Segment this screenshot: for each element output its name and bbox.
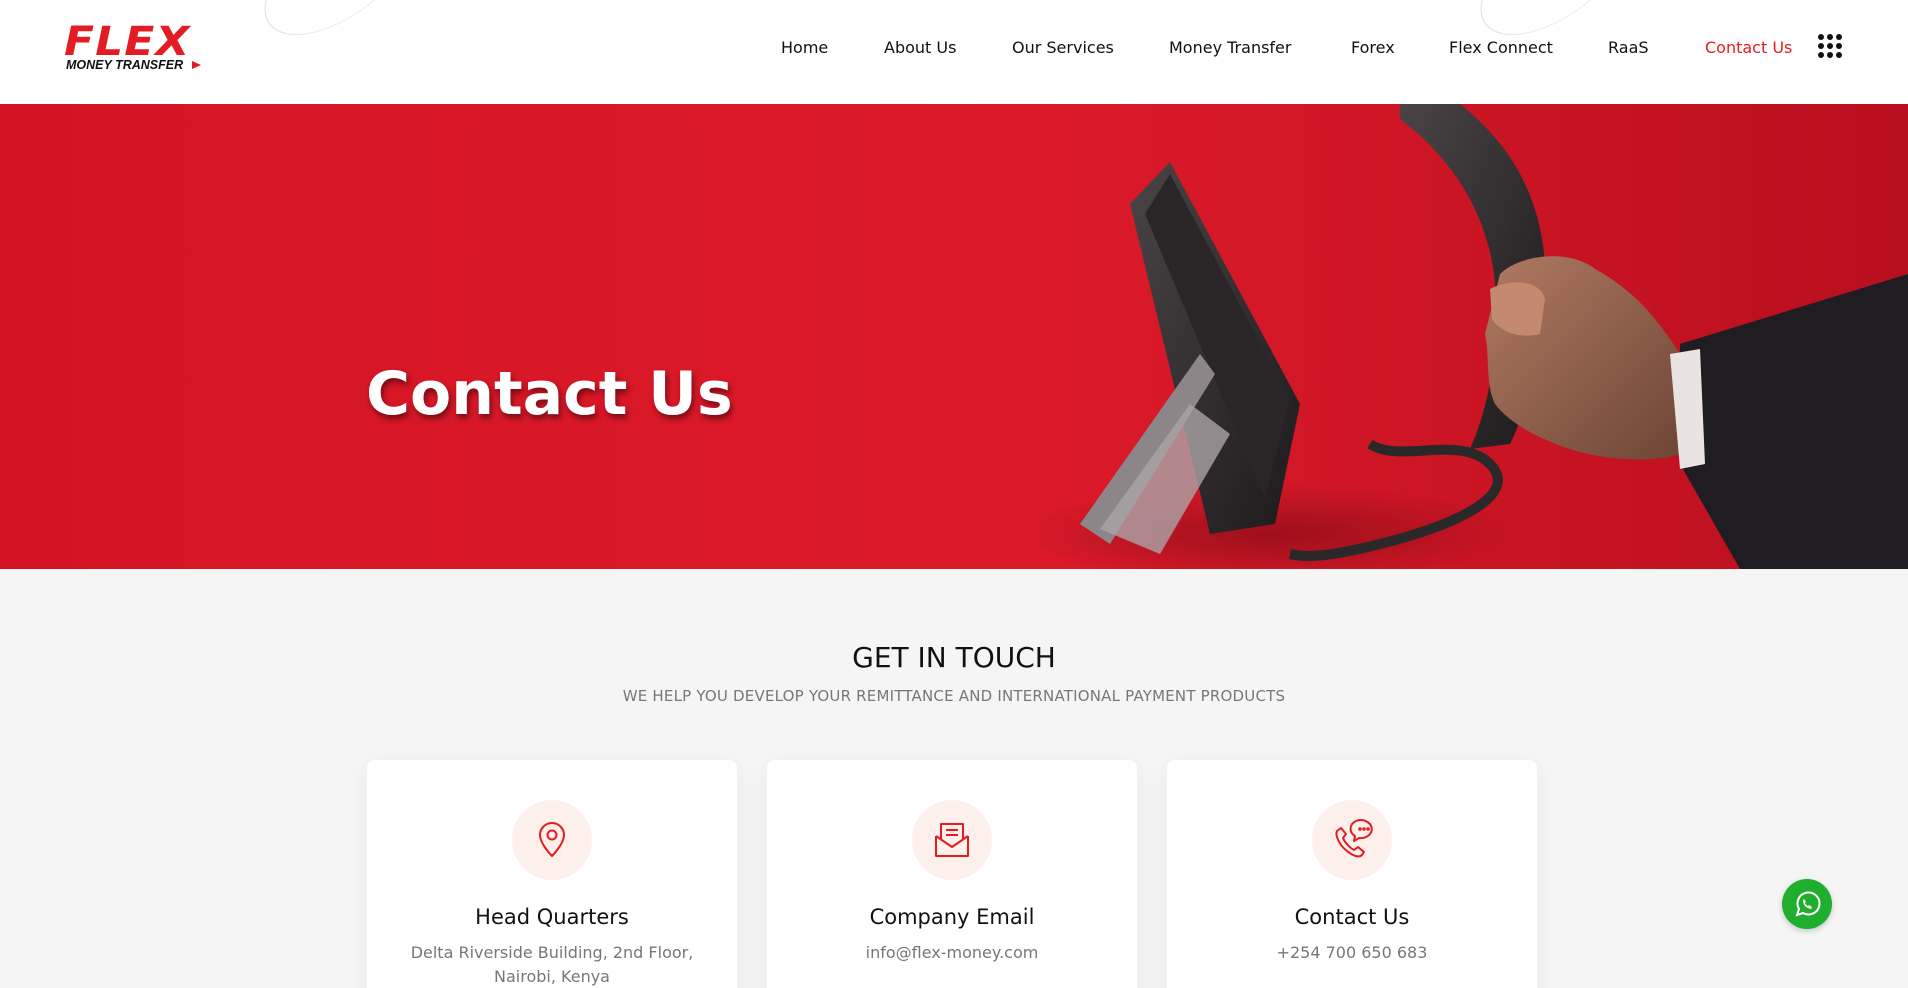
card-title: Contact Us — [1294, 905, 1410, 929]
card-contact-us: Contact Us +254 700 650 683 — [1167, 760, 1537, 988]
nav-item-contact-us[interactable]: Contact Us — [1705, 36, 1792, 60]
card-email-link[interactable]: info@flex-money.com — [797, 941, 1107, 965]
card-title: Head Quarters — [475, 905, 629, 929]
phone-chat-icon — [1312, 800, 1392, 880]
hero-phone-image — [1040, 104, 1908, 569]
logo[interactable]: FLEX MONEY TRANSFER — [64, 20, 204, 76]
site-header: FLEX MONEY TRANSFER Home About Us Our Se… — [0, 0, 1908, 104]
nav-item-raas[interactable]: RaaS — [1608, 36, 1649, 60]
nav-item-flex-connect[interactable]: Flex Connect — [1449, 36, 1553, 60]
card-head-quarters: Head Quarters Delta Riverside Building, … — [367, 760, 737, 988]
card-company-email: Company Email info@flex-money.com — [767, 760, 1137, 988]
map-pin-icon — [512, 800, 592, 880]
card-title: Company Email — [869, 905, 1035, 929]
nav-item-about-us[interactable]: About Us — [884, 36, 956, 60]
whatsapp-icon[interactable] — [1782, 879, 1832, 929]
logo-arrow-icon — [192, 61, 201, 69]
page-title: Contact Us — [366, 359, 733, 429]
card-phone-link[interactable]: +254 700 650 683 — [1197, 941, 1507, 965]
header-decoration — [1451, 0, 1625, 35]
grid-dots-icon[interactable] — [1818, 34, 1842, 58]
section-title: GET IN TOUCH — [852, 641, 1056, 674]
envelope-icon — [912, 800, 992, 880]
card-text: Delta Riverside Building, 2nd Floor, Nai… — [410, 943, 694, 986]
nav-item-forex[interactable]: Forex — [1351, 36, 1395, 60]
header-decoration — [235, 0, 409, 35]
section-subtitle: WE HELP YOU DEVELOP YOUR REMITTANCE AND … — [622, 687, 1286, 705]
logo-tagline: MONEY TRANSFER — [66, 58, 184, 72]
nav-item-our-services[interactable]: Our Services — [1012, 36, 1114, 60]
nav-item-home[interactable]: Home — [781, 36, 828, 60]
nav-item-money-transfer[interactable]: Money Transfer — [1169, 36, 1291, 60]
hero-banner: Contact Us — [0, 104, 1908, 569]
